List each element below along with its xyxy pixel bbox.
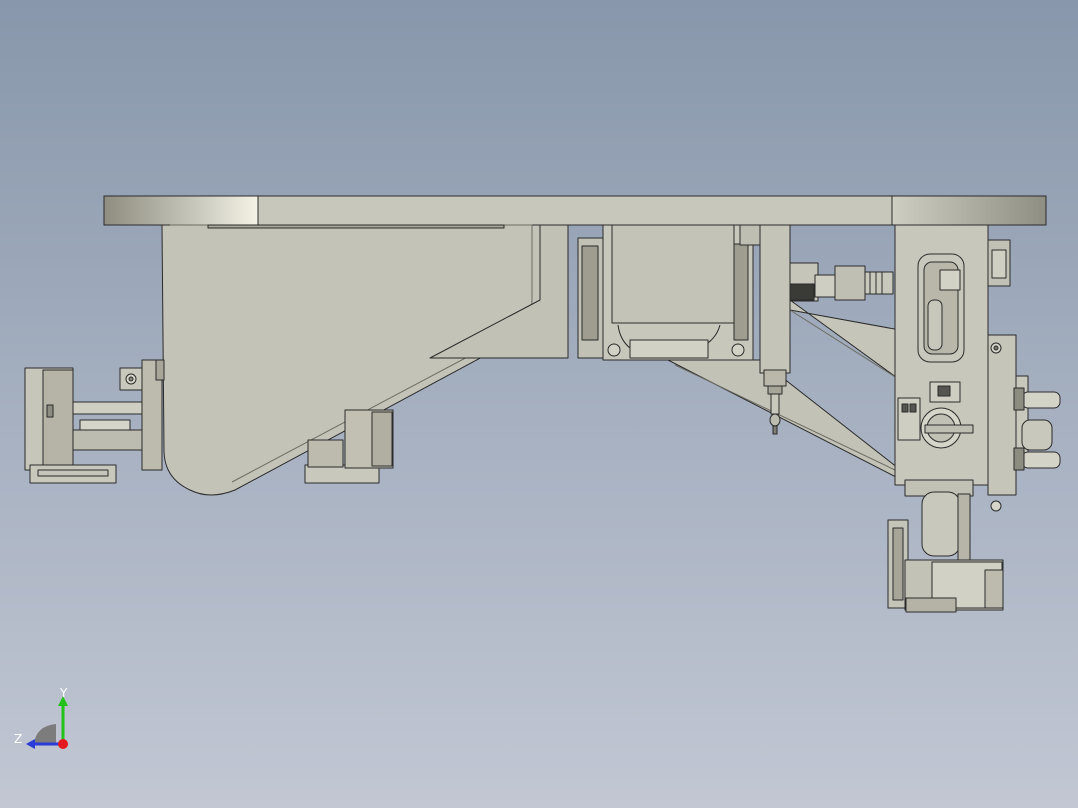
triad-arc xyxy=(34,724,56,744)
cad-viewport[interactable]: Y Z xyxy=(0,0,1078,808)
pneumatic-fitting[interactable] xyxy=(789,262,894,302)
right-housing[interactable] xyxy=(894,224,1017,512)
y-axis-label: Y xyxy=(59,686,68,700)
right-fittings[interactable] xyxy=(1013,375,1061,471)
z-arrow-icon xyxy=(26,739,35,749)
center-block[interactable] xyxy=(577,224,761,361)
x-axis-dot-icon xyxy=(58,739,68,749)
lower-right-gripper[interactable] xyxy=(887,491,1004,613)
left-gripper[interactable] xyxy=(24,359,165,484)
cad-model[interactable] xyxy=(0,0,1078,808)
top-plate[interactable] xyxy=(103,195,1047,226)
view-orientation-triad: Y Z xyxy=(14,686,68,749)
z-axis-label: Z xyxy=(14,732,22,746)
